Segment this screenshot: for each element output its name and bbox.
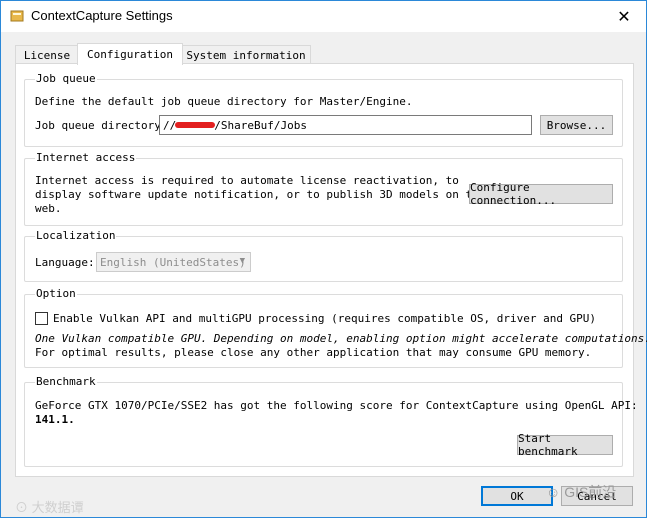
job-queue-description: Define the default job queue directory f… bbox=[35, 95, 413, 108]
tab-system-information[interactable]: System information bbox=[181, 45, 311, 64]
redaction-mark bbox=[175, 122, 216, 128]
watermark-left: ⊙ 大数据谭 bbox=[15, 497, 84, 516]
close-button[interactable]: ✕ bbox=[602, 1, 646, 32]
configuration-panel: Job queue Define the default job queue d… bbox=[15, 63, 647, 477]
option-title: Option bbox=[35, 287, 77, 300]
language-select[interactable]: English (UnitedStates) ▼ bbox=[96, 252, 251, 272]
benchmark-group: Benchmark GeForce GTX 1070/PCIe/SSE2 has… bbox=[24, 375, 638, 467]
job-queue-title: Job queue bbox=[35, 72, 97, 85]
window-title: ContextCapture Settings bbox=[31, 8, 173, 23]
vulkan-note: One Vulkan compatible GPU. Depending on … bbox=[35, 332, 647, 345]
internet-access-title: Internet access bbox=[35, 151, 137, 164]
language-value: English (UnitedStates) bbox=[100, 255, 246, 269]
benchmark-title: Benchmark bbox=[35, 375, 97, 388]
directory-suffix: /ShareBuf/Jobs bbox=[214, 118, 307, 132]
close-icon: ✕ bbox=[617, 8, 631, 26]
localization-group: Localization Language: English (UnitedSt… bbox=[24, 229, 623, 282]
option-group: Option Enable Vulkan API and multiGPU pr… bbox=[24, 287, 647, 368]
ok-button[interactable]: OK bbox=[481, 486, 553, 506]
benchmark-text: GeForce GTX 1070/PCIe/SSE2 has got the f… bbox=[35, 399, 638, 412]
job-queue-directory-label: Job queue directory: bbox=[35, 119, 168, 132]
job-queue-group: Job queue Define the default job queue d… bbox=[24, 72, 623, 147]
browse-button[interactable]: Browse... bbox=[540, 115, 613, 135]
tab-configuration[interactable]: Configuration bbox=[77, 43, 183, 65]
directory-prefix: // bbox=[163, 118, 177, 132]
internet-access-group: Internet access Internet access is requi… bbox=[24, 151, 623, 226]
watermark-right: ☺ GIS前沿 bbox=[546, 482, 616, 502]
internet-text-line-1: Internet access is required to automate … bbox=[35, 174, 459, 187]
vulkan-checkbox[interactable] bbox=[35, 312, 48, 325]
watermark-right-text: GIS前沿 bbox=[564, 484, 617, 500]
watermark-left-text: 大数据谭 bbox=[31, 500, 84, 515]
vulkan-checkbox-label[interactable]: Enable Vulkan API and multiGPU processin… bbox=[53, 312, 596, 325]
chevron-down-icon: ▼ bbox=[239, 256, 245, 266]
internet-text-line-3: web. bbox=[35, 202, 62, 215]
benchmark-score: 141.1. bbox=[35, 413, 75, 426]
localization-title: Localization bbox=[35, 229, 117, 242]
job-queue-directory-input[interactable]: // /ShareBuf/Jobs bbox=[159, 115, 532, 135]
start-benchmark-button[interactable]: Start benchmark bbox=[517, 432, 613, 458]
watermark-logo-icon: ⊙ bbox=[15, 500, 32, 515]
language-label: Language: bbox=[35, 256, 95, 269]
internet-text-line-2: display software update notification, or… bbox=[35, 188, 486, 201]
configure-connection-button[interactable]: Configure connection... bbox=[469, 181, 613, 207]
settings-window: ContextCapture Settings ✕ License Config… bbox=[0, 0, 647, 518]
optimal-results-note: For optimal results, please close any ot… bbox=[35, 346, 592, 359]
tab-license[interactable]: License bbox=[15, 45, 79, 64]
app-icon bbox=[10, 10, 24, 22]
wechat-icon: ☺ bbox=[546, 484, 565, 500]
title-bar: ContextCapture Settings ✕ bbox=[1, 1, 646, 32]
